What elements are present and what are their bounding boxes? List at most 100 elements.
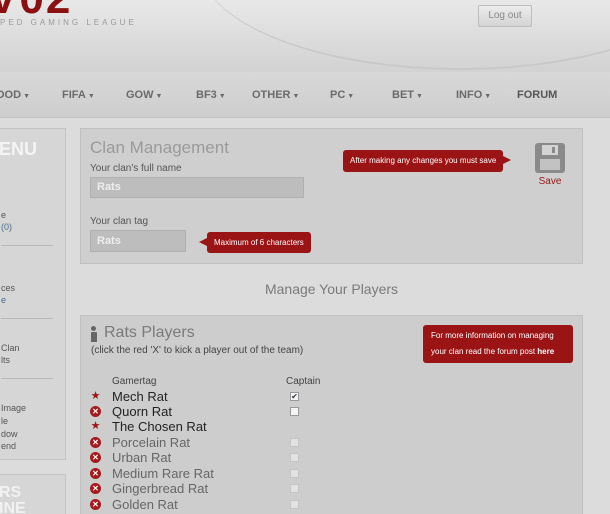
sidebar-item[interactable]: lts bbox=[1, 355, 10, 365]
player-name: Quorn Rat bbox=[112, 404, 172, 419]
player-name: Porcelain Rat bbox=[112, 435, 191, 450]
players-hint: (click the red 'X' to kick a player out … bbox=[91, 345, 304, 356]
info-line-1: For more information on managing bbox=[431, 331, 554, 340]
player-row: ★ The Chosen Rat bbox=[90, 419, 490, 434]
info-line-2: your clan read the forum post here bbox=[431, 344, 573, 360]
nav-item-label: OOD bbox=[0, 89, 22, 101]
kick-player-icon[interactable]: ✕ bbox=[90, 499, 101, 510]
clan-management-title: Clan Management bbox=[90, 138, 229, 157]
sidebar2-title-line: INE bbox=[0, 500, 26, 514]
player-name: Mech Rat bbox=[112, 389, 168, 404]
nav-item-forum[interactable]: FORUM bbox=[517, 89, 557, 101]
clan-management-panel: Clan Management Your clan's full name Ra… bbox=[80, 128, 583, 264]
sidebar-item[interactable]: ces bbox=[1, 283, 15, 293]
nav-item-label: FORUM bbox=[517, 89, 558, 101]
captain-checkbox[interactable] bbox=[290, 407, 299, 416]
floppy-disk-icon bbox=[535, 143, 565, 173]
info-line-2-text: your clan read the forum post bbox=[431, 347, 538, 356]
person-icon-head bbox=[91, 326, 96, 331]
main-nav: OOD ▼ FIFA ▼ GOW ▼ BF3 ▼ OTHER ▼ PC ▼ BET ▼ INF… bbox=[0, 72, 610, 118]
nav-item-label: BF3 bbox=[196, 89, 217, 101]
player-row: ✕ Medium Rare Rat bbox=[90, 466, 490, 481]
nav-item-label: PC bbox=[330, 89, 346, 101]
nav-item-other[interactable]: OTHER ▼ bbox=[252, 89, 299, 101]
gamertag-column-header: Gamertag bbox=[112, 376, 157, 387]
player-name: Golden Rat bbox=[112, 497, 178, 512]
floppy-shutter bbox=[542, 145, 558, 155]
site-tagline: PED GAMING LEAGUE bbox=[0, 18, 137, 27]
captain-checkbox[interactable] bbox=[290, 453, 299, 462]
player-row: ✕ Golden Rat bbox=[90, 497, 490, 512]
kick-player-icon[interactable]: ✕ bbox=[90, 406, 101, 417]
nav-item-fifa[interactable]: FIFA ▼ bbox=[62, 89, 95, 101]
clan-full-name-input[interactable]: Rats bbox=[90, 177, 304, 198]
captain-checkbox[interactable]: ✔ bbox=[290, 392, 299, 401]
chevron-down-icon: ▼ bbox=[347, 93, 355, 100]
player-row: ✕ Porcelain Rat bbox=[90, 435, 490, 450]
sidebar-item[interactable]: (0) bbox=[1, 222, 12, 232]
sidebar2-title-line: RS bbox=[0, 484, 22, 501]
sidebar-item[interactable]: e bbox=[1, 295, 6, 305]
forum-post-link[interactable]: here bbox=[537, 347, 554, 356]
player-row: ★ Mech Rat ✔ bbox=[90, 389, 490, 404]
captain-star-icon: ★ bbox=[90, 390, 101, 402]
logout-button[interactable]: Log out bbox=[478, 5, 532, 27]
player-row: ✕ Gingerbread Rat bbox=[90, 481, 490, 496]
sidebar-item[interactable]: end bbox=[1, 441, 16, 451]
chevron-down-icon: ▼ bbox=[87, 93, 95, 100]
person-icon bbox=[90, 326, 98, 342]
sidebar-item[interactable]: dow bbox=[1, 429, 18, 439]
header-swoosh bbox=[200, 0, 610, 70]
kick-player-icon[interactable]: ✕ bbox=[90, 483, 101, 494]
save-label: Save bbox=[538, 176, 562, 187]
nav-item-bf3[interactable]: BF3 ▼ bbox=[196, 89, 226, 101]
captain-checkbox[interactable] bbox=[290, 469, 299, 478]
manage-players-heading: Manage Your Players bbox=[264, 281, 399, 297]
site-header: V02 PED GAMING LEAGUE Log out bbox=[0, 0, 610, 72]
sidebar-item[interactable]: le bbox=[1, 416, 8, 426]
player-name: Medium Rare Rat bbox=[112, 466, 214, 481]
chevron-down-icon: ▼ bbox=[416, 93, 423, 100]
sidebar-item[interactable]: e bbox=[1, 210, 6, 220]
chevron-down-icon: ▼ bbox=[155, 93, 163, 100]
nav-item-label: FIFA bbox=[62, 89, 86, 101]
sidebar-divider bbox=[1, 318, 53, 319]
kick-player-icon[interactable]: ✕ bbox=[90, 437, 101, 448]
sidebar-item[interactable]: Clan bbox=[1, 343, 20, 353]
nav-item-pc[interactable]: PC ▼ bbox=[330, 89, 354, 101]
players-title: Rats Players bbox=[104, 324, 195, 341]
person-icon-body bbox=[90, 332, 97, 342]
player-row: ✕ Urban Rat bbox=[90, 450, 490, 465]
captain-checkbox[interactable] bbox=[290, 484, 299, 493]
chevron-down-icon: ▼ bbox=[218, 93, 226, 100]
kick-player-icon[interactable]: ✕ bbox=[90, 452, 101, 463]
sidebar-players-online: RS INE bbox=[0, 474, 66, 514]
sidebar-title: ENU bbox=[0, 139, 38, 159]
nav-item-label: OTHER bbox=[252, 89, 291, 101]
nav-item-info[interactable]: INFO ▼ bbox=[456, 89, 491, 101]
player-row: ✕ Quorn Rat bbox=[90, 404, 490, 419]
captain-checkbox[interactable] bbox=[290, 438, 299, 447]
nav-item-bet[interactable]: BET ▼ bbox=[392, 89, 423, 101]
sidebar-item[interactable]: Image bbox=[1, 403, 26, 413]
chevron-down-icon: ▼ bbox=[484, 93, 492, 100]
kick-player-icon[interactable]: ✕ bbox=[90, 468, 101, 479]
captain-column-header: Captain bbox=[286, 376, 321, 387]
chevron-down-icon: ▼ bbox=[23, 93, 30, 100]
clan-full-name-label: Your clan's full name bbox=[90, 163, 182, 174]
sidebar-menu: ENU e (0) ces e Clan lts Image le dow en… bbox=[0, 128, 66, 460]
nav-item-label: BET bbox=[392, 89, 414, 101]
save-button[interactable]: Save bbox=[533, 143, 567, 187]
floppy-label bbox=[540, 159, 560, 170]
nav-item-gow[interactable]: GOW ▼ bbox=[126, 89, 162, 101]
player-name: The Chosen Rat bbox=[112, 419, 207, 434]
sidebar-divider bbox=[1, 378, 53, 379]
save-reminder-tooltip: After making any changes you must save bbox=[343, 150, 512, 172]
forum-info-box: For more information on managing your cl… bbox=[423, 325, 573, 363]
chevron-down-icon: ▼ bbox=[292, 93, 300, 100]
clan-tag-input[interactable]: Rats bbox=[90, 230, 186, 252]
sidebar-divider bbox=[1, 245, 53, 246]
captain-checkbox[interactable] bbox=[290, 500, 299, 509]
nav-item-ood[interactable]: OOD ▼ bbox=[0, 89, 30, 101]
nav-item-label: GOW bbox=[126, 89, 154, 101]
